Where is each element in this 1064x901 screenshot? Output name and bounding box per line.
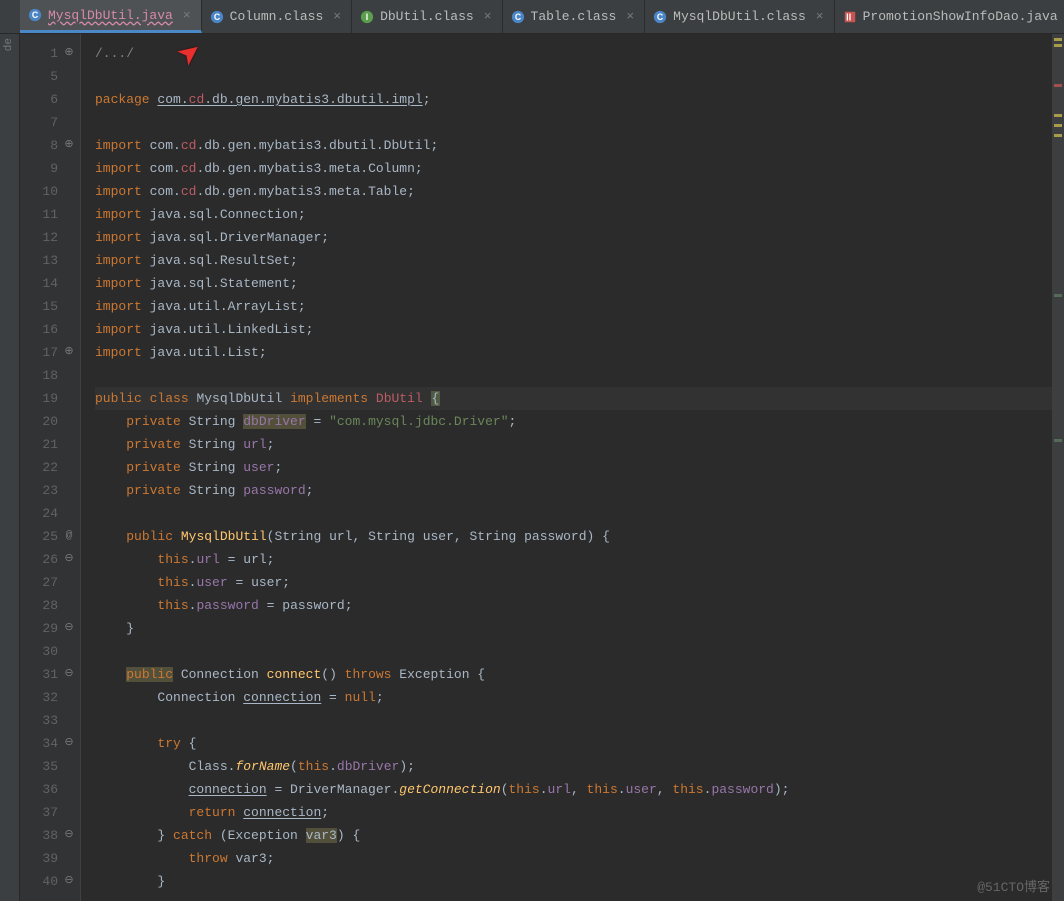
- tab-5[interactable]: PromotionShowInfoDao.java×: [835, 0, 1064, 33]
- close-icon[interactable]: ×: [816, 9, 824, 24]
- code-line-19[interactable]: public class MysqlDbUtil implements DbUt…: [95, 387, 1064, 410]
- tab-label: MysqlDbUtil.class: [673, 9, 806, 24]
- code-line-32[interactable]: Connection connection = null;: [95, 686, 1064, 709]
- editor-body: de 1⊕5678⊕91011121314151617⊕181920212223…: [0, 34, 1064, 901]
- code-line-24[interactable]: [95, 502, 1064, 525]
- code-line-25[interactable]: public MysqlDbUtil(String url, String us…: [95, 525, 1064, 548]
- code-line-14[interactable]: import java.sql.Statement;: [95, 272, 1064, 295]
- code-line-5[interactable]: [95, 65, 1064, 88]
- file-icon: C: [653, 10, 667, 24]
- code-line-1[interactable]: /.../: [95, 42, 1064, 65]
- gutter: 1⊕5678⊕91011121314151617⊕181920212223242…: [20, 34, 80, 901]
- tab-3[interactable]: C Table.class ×: [503, 0, 646, 33]
- file-icon: [843, 10, 857, 24]
- svg-text:C: C: [213, 12, 220, 22]
- svg-text:I: I: [366, 12, 368, 22]
- code-line-40[interactable]: }: [95, 870, 1064, 893]
- code-line-15[interactable]: import java.util.ArrayList;: [95, 295, 1064, 318]
- code-line-35[interactable]: Class.forName(this.dbDriver);: [95, 755, 1064, 778]
- file-icon: I: [360, 10, 374, 24]
- code-line-18[interactable]: [95, 364, 1064, 387]
- code-line-23[interactable]: private String password;: [95, 479, 1064, 502]
- svg-text:C: C: [32, 10, 39, 20]
- tab-label: DbUtil.class: [380, 9, 474, 24]
- close-icon[interactable]: ×: [333, 9, 341, 24]
- tab-0[interactable]: C MysqlDbUtil.java ×: [20, 0, 202, 33]
- close-icon[interactable]: ×: [484, 9, 492, 24]
- code-line-31[interactable]: public Connection connect() throws Excep…: [95, 663, 1064, 686]
- side-label: de: [3, 38, 15, 51]
- file-icon: C: [28, 8, 42, 22]
- tab-label: Column.class: [230, 9, 324, 24]
- scroll-markers: [1052, 34, 1064, 901]
- code-line-30[interactable]: [95, 640, 1064, 663]
- code-line-33[interactable]: [95, 709, 1064, 732]
- code-line-29[interactable]: }: [95, 617, 1064, 640]
- file-icon: C: [511, 10, 525, 24]
- code-line-8[interactable]: import com.cd.db.gen.mybatis3.dbutil.DbU…: [95, 134, 1064, 157]
- close-icon[interactable]: ×: [626, 9, 634, 24]
- code-line-21[interactable]: private String url;: [95, 433, 1064, 456]
- code-line-22[interactable]: private String user;: [95, 456, 1064, 479]
- tab-label: Table.class: [531, 9, 617, 24]
- close-icon[interactable]: ×: [183, 8, 191, 23]
- code-line-27[interactable]: this.user = user;: [95, 571, 1064, 594]
- code-line-6[interactable]: package com.cd.db.gen.mybatis3.dbutil.im…: [95, 88, 1064, 111]
- tab-label: MysqlDbUtil.java: [48, 8, 173, 23]
- code-line-12[interactable]: import java.sql.DriverManager;: [95, 226, 1064, 249]
- code-line-36[interactable]: connection = DriverManager.getConnection…: [95, 778, 1064, 801]
- code-line-39[interactable]: throw var3;: [95, 847, 1064, 870]
- code-line-38[interactable]: } catch (Exception var3) {: [95, 824, 1064, 847]
- code-line-7[interactable]: [95, 111, 1064, 134]
- code-line-17[interactable]: import java.util.List;: [95, 341, 1064, 364]
- code-line-37[interactable]: return connection;: [95, 801, 1064, 824]
- code-line-10[interactable]: import com.cd.db.gen.mybatis3.meta.Table…: [95, 180, 1064, 203]
- watermark: @51CTO博客: [977, 876, 1050, 895]
- code-line-28[interactable]: this.password = password;: [95, 594, 1064, 617]
- tab-4[interactable]: C MysqlDbUtil.class ×: [645, 0, 834, 33]
- code-line-9[interactable]: import com.cd.db.gen.mybatis3.meta.Colum…: [95, 157, 1064, 180]
- tab-2[interactable]: I DbUtil.class ×: [352, 0, 502, 33]
- tab-1[interactable]: C Column.class ×: [202, 0, 352, 33]
- code-area[interactable]: /.../ package com.cd.db.gen.mybatis3.dbu…: [80, 34, 1064, 901]
- code-line-20[interactable]: private String dbDriver = "com.mysql.jdb…: [95, 410, 1064, 433]
- code-line-13[interactable]: import java.sql.ResultSet;: [95, 249, 1064, 272]
- code-line-16[interactable]: import java.util.LinkedList;: [95, 318, 1064, 341]
- svg-text:C: C: [514, 12, 521, 22]
- code-line-26[interactable]: this.url = url;: [95, 548, 1064, 571]
- code-line-34[interactable]: try {: [95, 732, 1064, 755]
- code-line-11[interactable]: import java.sql.Connection;: [95, 203, 1064, 226]
- tab-bar: C MysqlDbUtil.java × C Column.class × I DbUtil.…: [0, 0, 1064, 34]
- tab-label: PromotionShowInfoDao.java: [863, 9, 1058, 24]
- svg-text:C: C: [657, 12, 664, 22]
- file-icon: C: [210, 10, 224, 24]
- side-strip: de: [0, 34, 20, 901]
